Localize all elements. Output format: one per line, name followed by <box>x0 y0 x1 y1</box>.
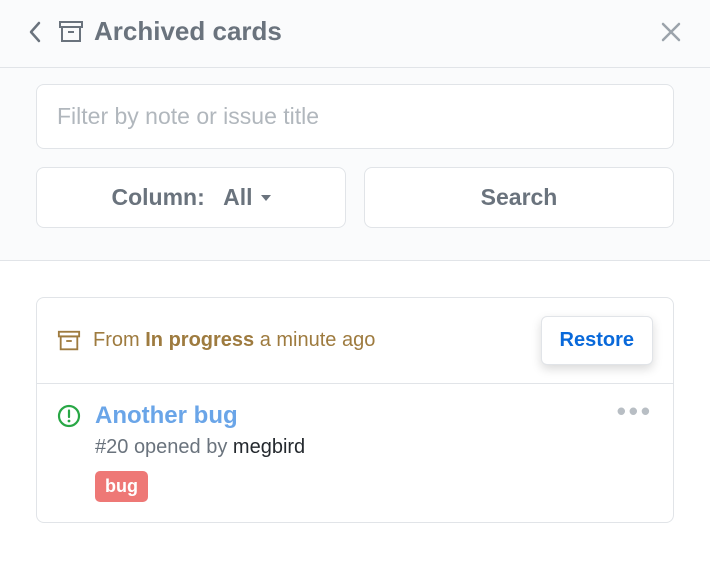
issue-open-icon <box>57 404 81 502</box>
card-menu-button[interactable]: ••• <box>617 398 653 424</box>
issue-labels: bug <box>95 471 653 502</box>
filter-input[interactable] <box>36 84 674 149</box>
opened-text: opened by <box>134 436 227 458</box>
content-area: From In progress a minute ago Restore An… <box>0 261 710 559</box>
chevron-left-icon <box>28 21 42 43</box>
issue-author: megbird <box>233 436 305 458</box>
search-button-label: Search <box>481 184 558 211</box>
issue-number: #20 <box>95 436 128 458</box>
page-title: Archived cards <box>94 16 282 47</box>
archive-icon <box>58 19 84 45</box>
issue-content: Another bug #20 opened by megbird bug <box>95 402 653 502</box>
caret-down-icon <box>261 195 271 201</box>
column-filter-button[interactable]: Column: All <box>36 167 346 228</box>
archived-card: From In progress a minute ago Restore An… <box>36 297 674 523</box>
issue-meta: #20 opened by megbird <box>95 436 653 459</box>
restore-button-label: Restore <box>560 329 634 351</box>
issue-title-link[interactable]: Another bug <box>95 402 238 429</box>
close-button[interactable] <box>656 17 686 47</box>
close-icon <box>660 21 682 43</box>
search-button[interactable]: Search <box>364 167 674 228</box>
back-button[interactable] <box>24 17 46 47</box>
card-timestamp: a minute ago <box>260 329 376 351</box>
restore-button[interactable]: Restore <box>541 316 653 365</box>
card-origin-text: From In progress a minute ago <box>93 329 529 352</box>
archive-icon <box>57 329 81 353</box>
title-wrap: Archived cards <box>58 16 644 47</box>
card-body: Another bug #20 opened by megbird bug ••… <box>37 384 673 522</box>
column-filter-value: All <box>223 184 252 211</box>
kebab-icon: ••• <box>617 396 653 426</box>
filters-section: Column: All Search <box>0 68 710 261</box>
issue-label-bug[interactable]: bug <box>95 471 148 502</box>
filter-row: Column: All Search <box>36 167 674 228</box>
column-filter-label: Column: <box>111 184 204 211</box>
origin-column-name: In progress <box>145 329 254 351</box>
panel-header: Archived cards <box>0 0 710 68</box>
from-prefix: From <box>93 329 140 351</box>
archived-cards-panel: Archived cards Column: All Search Fro <box>0 0 710 586</box>
card-header: From In progress a minute ago Restore <box>37 298 673 384</box>
